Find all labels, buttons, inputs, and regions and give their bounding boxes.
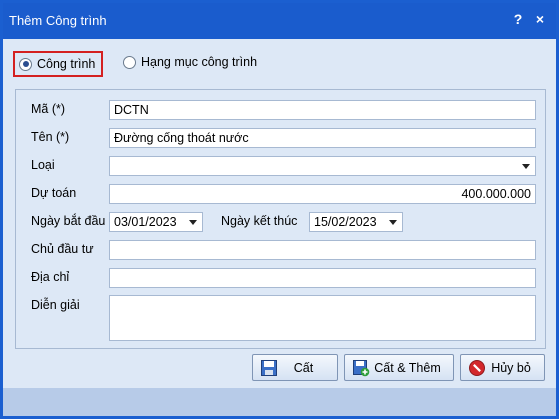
radio-label: Công trình xyxy=(37,57,96,71)
save-and-add-button-label: Cất & Thêm xyxy=(374,360,441,375)
cancel-icon xyxy=(468,359,486,377)
help-button[interactable]: ? xyxy=(509,11,527,27)
dia-chi-input[interactable] xyxy=(109,268,536,288)
dien-giai-label: Diễn giải xyxy=(31,298,80,312)
radio-cong-trinh[interactable]: Công trình xyxy=(13,51,104,77)
save-and-add-button[interactable]: Cất & Thêm xyxy=(344,354,454,381)
ngay-bat-dau-value: 03/01/2023 xyxy=(114,215,177,229)
ten-input[interactable]: Đường cống thoát nước xyxy=(109,128,536,148)
radio-hang-muc-cong-trinh[interactable]: Hạng mục công trình xyxy=(123,51,257,73)
du-toan-label: Dự toán xyxy=(31,186,77,200)
chevron-down-icon[interactable] xyxy=(184,213,202,231)
dialog-title: Thêm Công trình xyxy=(9,13,107,28)
dialog-body: Công trình Hạng mục công trình Mã (*) DC… xyxy=(3,39,556,416)
ma-input[interactable]: DCTN xyxy=(109,100,536,120)
cancel-button-label: Hủy bỏ xyxy=(491,360,531,375)
loai-select[interactable] xyxy=(109,156,536,176)
dien-giai-textarea[interactable] xyxy=(109,295,536,341)
floppy-disk-icon xyxy=(260,359,278,377)
ngay-ket-thuc-value: 15/02/2023 xyxy=(314,215,377,229)
radio-unselected-icon xyxy=(123,55,136,69)
ngay-bat-dau-picker[interactable]: 03/01/2023 xyxy=(109,212,203,232)
cancel-button[interactable]: Hủy bỏ xyxy=(460,354,545,381)
ma-label: Mã (*) xyxy=(31,102,66,116)
radio-label: Hạng mục công trình xyxy=(141,55,258,69)
save-button-label: Cất xyxy=(293,360,314,375)
ngay-ket-thuc-picker[interactable]: 15/02/2023 xyxy=(309,212,403,232)
chevron-down-icon[interactable] xyxy=(384,213,402,231)
save-add-icon xyxy=(352,359,370,377)
chu-dau-tu-label: Chủ đầu tư xyxy=(31,242,94,256)
ten-label: Tên (*) xyxy=(31,130,70,144)
du-toan-input[interactable]: 400.000.000 xyxy=(109,184,536,204)
radio-selected-icon xyxy=(19,57,32,71)
loai-label: Loại xyxy=(31,158,55,172)
chevron-down-icon[interactable] xyxy=(517,157,535,175)
form-panel: Mã (*) DCTN Tên (*) Đường cống thoát nướ… xyxy=(15,89,546,349)
ngay-bat-dau-label: Ngày bắt đầu xyxy=(31,214,106,228)
save-button[interactable]: Cất xyxy=(252,354,338,381)
title-bar: Thêm Công trình ? × xyxy=(3,3,556,39)
dialog-window: Thêm Công trình ? × Công trình Hạng mục … xyxy=(0,0,559,419)
dia-chi-label: Địa chỉ xyxy=(31,270,70,284)
status-footer xyxy=(3,388,556,416)
close-button[interactable]: × xyxy=(531,11,549,27)
chu-dau-tu-input[interactable] xyxy=(109,240,536,260)
ngay-ket-thuc-label: Ngày kết thúc xyxy=(221,214,298,228)
